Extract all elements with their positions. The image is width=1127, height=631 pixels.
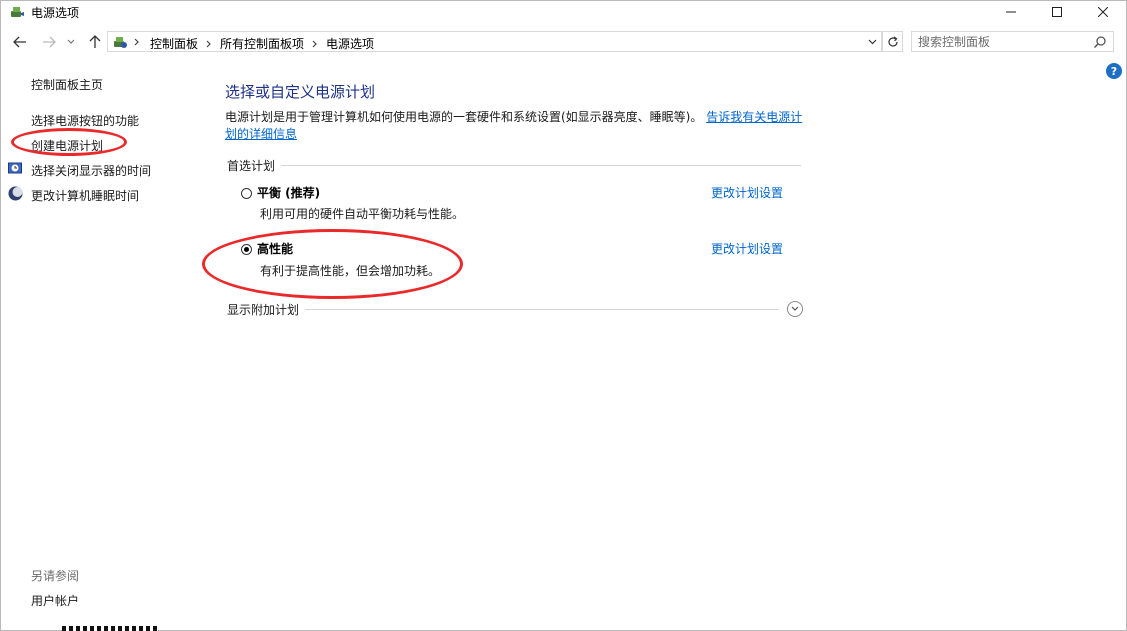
up-button[interactable] bbox=[85, 32, 105, 52]
breadcrumb-control-panel[interactable]: 控制面板 bbox=[150, 35, 198, 52]
taskbar-fragment bbox=[62, 626, 158, 631]
radio-balanced[interactable] bbox=[241, 188, 252, 199]
minimize-button[interactable] bbox=[988, 1, 1034, 23]
show-additional-plans-label[interactable]: 显示附加计划 bbox=[227, 301, 306, 318]
address-dropdown-button[interactable] bbox=[865, 34, 879, 50]
chevron-down-icon bbox=[67, 39, 75, 44]
change-plan-settings-high-performance[interactable]: 更改计划设置 bbox=[711, 240, 783, 257]
search-icon[interactable] bbox=[1093, 35, 1107, 49]
arrow-right-icon bbox=[43, 36, 56, 48]
close-icon bbox=[1098, 7, 1108, 17]
section-divider bbox=[227, 165, 801, 166]
chevron-down-icon bbox=[791, 306, 799, 311]
preferred-plans-label: 首选计划 bbox=[227, 157, 282, 174]
chevron-right-icon bbox=[134, 38, 139, 46]
close-button[interactable] bbox=[1080, 1, 1126, 23]
maximize-button[interactable] bbox=[1034, 1, 1080, 23]
power-options-icon bbox=[11, 7, 24, 17]
expand-additional-plans-button[interactable] bbox=[787, 301, 803, 317]
title-bar: 电源选项 bbox=[1, 1, 1126, 23]
display-clock-icon bbox=[8, 162, 22, 174]
change-plan-settings-balanced[interactable]: 更改计划设置 bbox=[711, 184, 783, 201]
sidebar-item-sleep-time[interactable]: 更改计算机睡眠时间 bbox=[31, 187, 139, 204]
search-input[interactable] bbox=[918, 34, 1088, 49]
radio-high-performance[interactable] bbox=[241, 244, 252, 255]
plan-name-high-performance[interactable]: 高性能 bbox=[257, 240, 293, 257]
breadcrumb-all-items[interactable]: 所有控制面板项 bbox=[220, 35, 304, 52]
chevron-right-icon[interactable] bbox=[206, 40, 212, 48]
breadcrumb: 控制面板 所有控制面板项 电源选项 bbox=[150, 35, 374, 52]
refresh-icon bbox=[887, 36, 898, 47]
moon-sleep-icon bbox=[8, 186, 23, 201]
see-also-heading: 另请参阅 bbox=[31, 569, 80, 583]
sidebar-item-power-button[interactable]: 选择电源按钮的功能 bbox=[31, 112, 139, 129]
sidebar-item-display-off[interactable]: 选择关闭显示器的时间 bbox=[31, 162, 151, 179]
chevron-right-icon[interactable] bbox=[312, 40, 318, 48]
forward-button[interactable] bbox=[39, 32, 59, 52]
navigation-bar: 控制面板 所有控制面板项 电源选项 bbox=[1, 29, 1126, 55]
section-divider bbox=[227, 309, 779, 310]
search-box bbox=[911, 31, 1114, 52]
breadcrumb-power-options[interactable]: 电源选项 bbox=[326, 35, 374, 52]
page-title: 选择或自定义电源计划 bbox=[225, 83, 376, 101]
back-button[interactable] bbox=[10, 32, 30, 52]
sidebar-item-create-plan[interactable]: 创建电源计划 bbox=[31, 137, 103, 154]
recent-locations-button[interactable] bbox=[64, 32, 78, 52]
minimize-icon bbox=[1006, 11, 1016, 13]
refresh-button[interactable] bbox=[882, 31, 903, 52]
plan-name-balanced[interactable]: 平衡 (推荐) bbox=[257, 184, 320, 201]
window-title: 电源选项 bbox=[31, 6, 80, 20]
chevron-down-icon bbox=[868, 39, 876, 45]
page-description: 电源计划是用于管理计算机如何使用电源的一套硬件和系统设置(如显示器亮度、睡眠等)… bbox=[225, 109, 805, 143]
power-options-window: 电源选项 控制面板 所有控制面板项 电源选项 搜索控制面板 ? 控制面板主页 选… bbox=[0, 0, 1127, 631]
description-text: 电源计划是用于管理计算机如何使用电源的一套硬件和系统设置(如显示器亮度、睡眠等)… bbox=[225, 110, 703, 124]
control-panel-icon bbox=[114, 37, 127, 48]
maximize-icon bbox=[1052, 7, 1062, 17]
arrow-left-icon bbox=[13, 36, 26, 48]
plan-desc-balanced: 利用可用的硬件自动平衡功耗与性能。 bbox=[260, 207, 465, 221]
plan-desc-high-performance: 有利于提高性能，但会增加功耗。 bbox=[260, 264, 441, 278]
preferred-plans-section: 首选计划 bbox=[227, 157, 801, 174]
additional-plans-section: 显示附加计划 bbox=[227, 301, 801, 318]
control-panel-home-link[interactable]: 控制面板主页 bbox=[31, 76, 103, 93]
arrow-up-icon bbox=[89, 35, 101, 48]
help-icon[interactable]: ? bbox=[1106, 63, 1122, 79]
user-accounts-link[interactable]: 用户帐户 bbox=[31, 592, 79, 609]
address-bar[interactable]: 控制面板 所有控制面板项 电源选项 bbox=[107, 31, 882, 52]
